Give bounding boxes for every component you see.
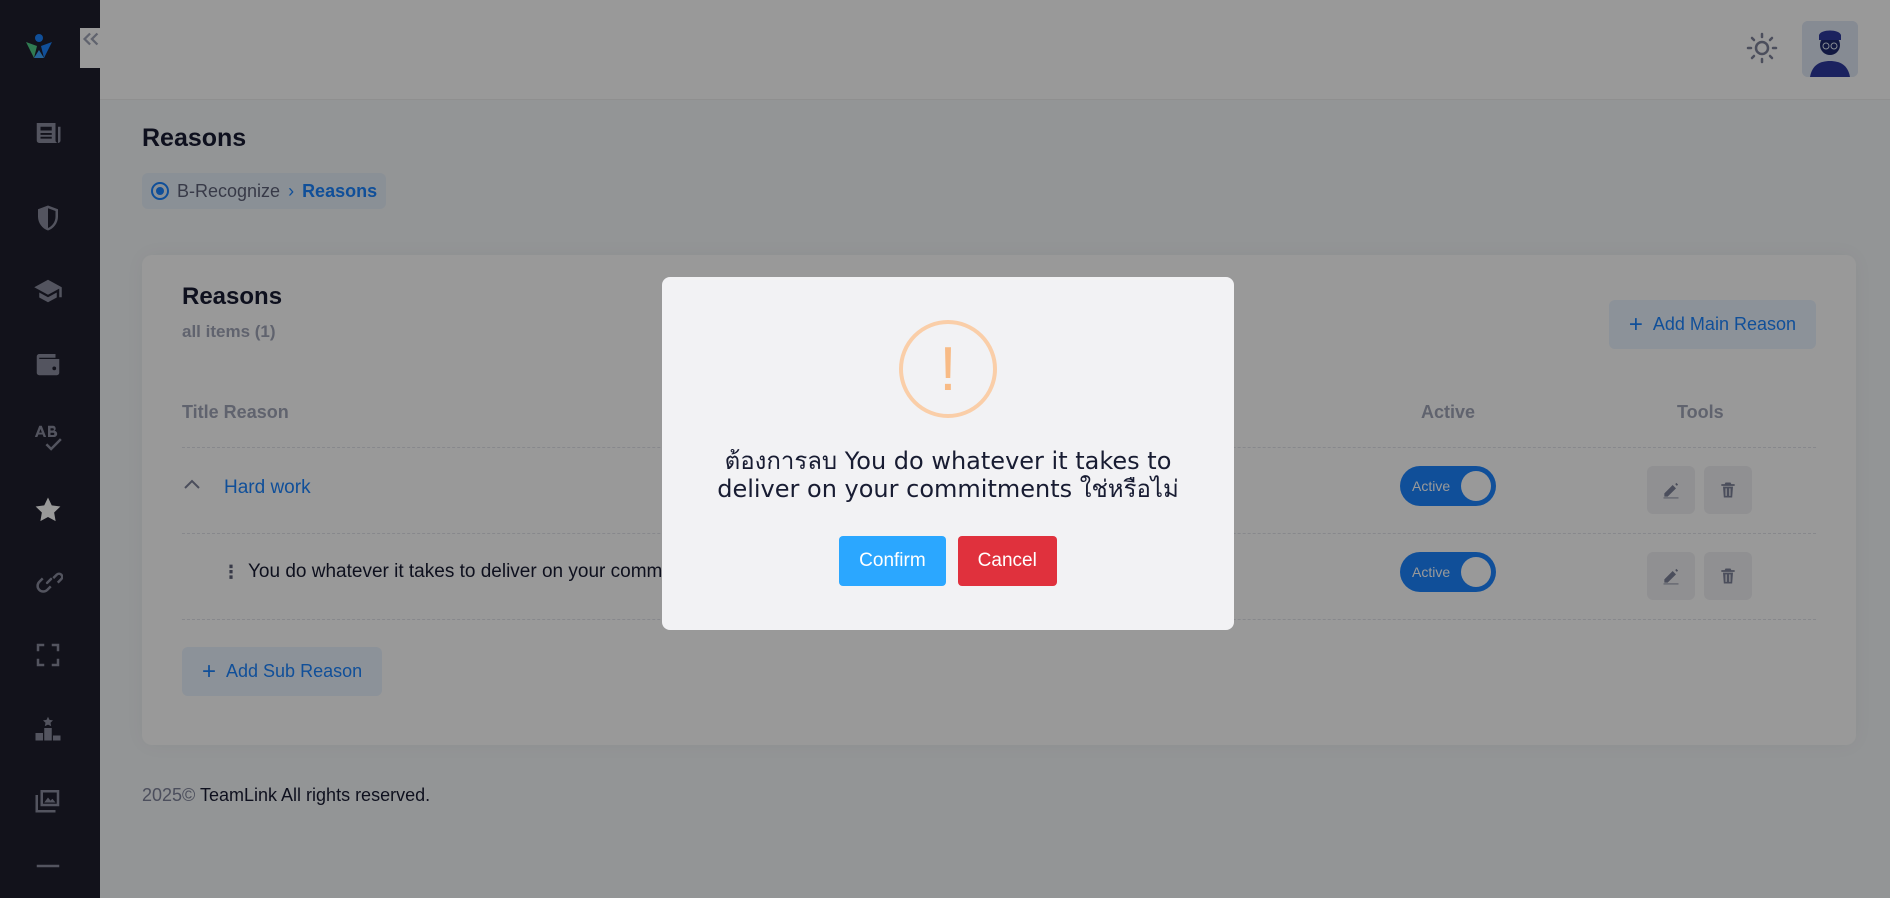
- dialog-message: ต้องการลบ You do whatever it takes to de…: [717, 447, 1179, 503]
- dialog-actions: Confirm Cancel: [662, 536, 1234, 586]
- cancel-button[interactable]: Cancel: [957, 536, 1057, 586]
- warning-icon: !: [899, 320, 997, 418]
- confirm-delete-dialog: ! ต้องการลบ You do whatever it takes to …: [662, 277, 1234, 630]
- confirm-button[interactable]: Confirm: [839, 536, 946, 586]
